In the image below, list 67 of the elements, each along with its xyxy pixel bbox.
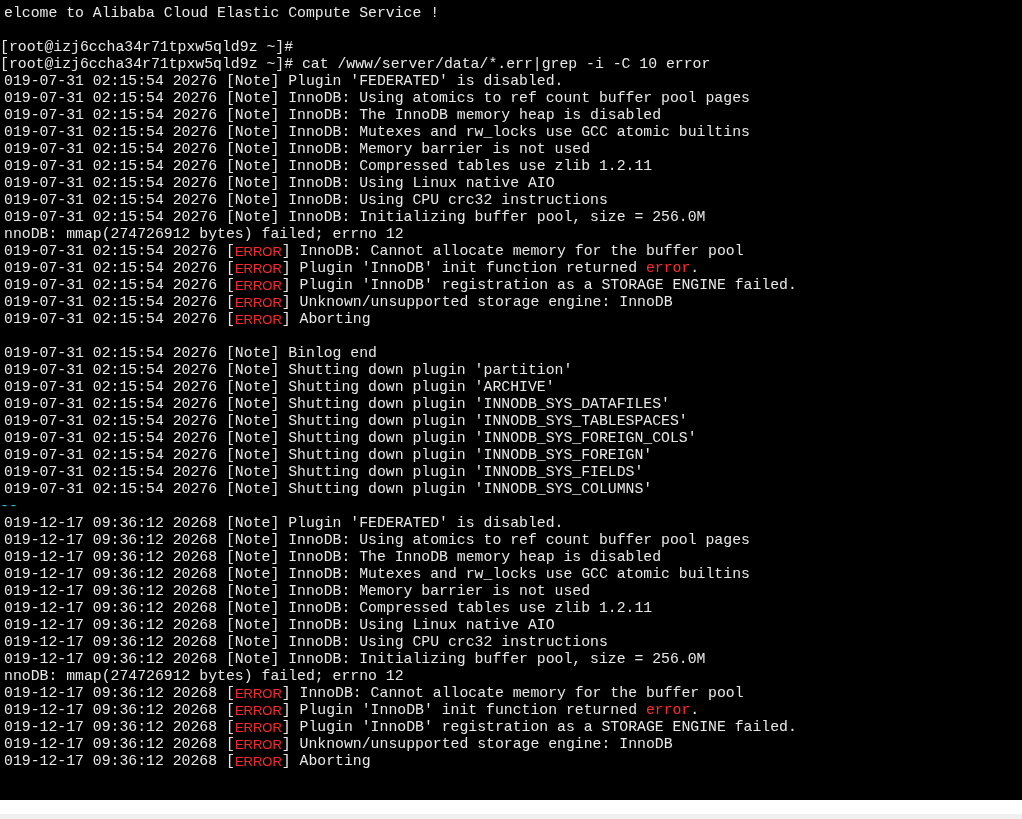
error-label: ERROR: [234, 719, 282, 736]
error-label: ERROR: [234, 702, 282, 719]
log-text: 019-12-17 09:36:12 20268 [Note] InnoDB: Memory barrier is not used: [4, 583, 591, 600]
log-text: 019-12-17 09:36:12 20268 [: [4, 736, 235, 753]
log-text: ] Aborting: [281, 753, 371, 770]
log-text: 019-12-17 09:36:12 20268 [Note] Plugin 'FEDERATED' is disabled.: [4, 515, 564, 532]
log-text: 019-07-31 02:15:54 20276 [Note] Shutting down plugin 'INNODB_SYS_FIELDS': [4, 464, 644, 481]
log-text: 019-12-17 09:36:12 20268 [Note] InnoDB: Initializing buffer pool, size = 256.0M: [4, 651, 706, 668]
log-text: [root@izj6ccha34r71tpxw5qld9z ~]#: [0, 39, 294, 56]
log-text: .: [690, 260, 700, 277]
log-text: 019-12-17 09:36:12 20268 [: [4, 719, 235, 736]
log-text: 019-07-31 02:15:54 20276 [: [4, 260, 235, 277]
log-text: .: [690, 702, 700, 719]
log-text: 019-12-17 09:36:12 20268 [Note] InnoDB: Compressed tables use zlib 1.2.11: [4, 600, 653, 617]
log-text: ] Aborting: [281, 311, 371, 328]
error-match: error: [645, 260, 691, 277]
log-text: 019-07-31 02:15:54 20276 [: [4, 311, 235, 328]
log-text: 019-12-17 09:36:12 20268 [Note] InnoDB: Using atomics to ref count buffer pool pages: [4, 532, 750, 549]
log-text: ] Unknown/unsupported storage engine: InnoDB: [281, 294, 673, 311]
log-text: 019-07-31 02:15:54 20276 [Note] InnoDB: Initializing buffer pool, size = 256.0M: [4, 209, 706, 226]
error-label: ERROR: [234, 753, 282, 770]
log-text: 019-07-31 02:15:54 20276 [Note] Shutting down plugin 'ARCHIVE': [4, 379, 555, 396]
log-text: 019-12-17 09:36:12 20268 [: [4, 753, 235, 770]
error-label: ERROR: [234, 260, 282, 277]
log-text: 019-12-17 09:36:12 20268 [Note] InnoDB: Mutexes and rw_locks use GCC atomic builtins: [4, 566, 750, 583]
error-label: ERROR: [234, 243, 282, 260]
log-text: 019-07-31 02:15:54 20276 [Note] Shutting down plugin 'INNODB_SYS_FOREIGN_COLS': [4, 430, 697, 447]
log-text: 019-07-31 02:15:54 20276 [Note] InnoDB: Memory barrier is not used: [4, 141, 591, 158]
log-text: 019-07-31 02:15:54 20276 [Note] InnoDB: Using atomics to ref count buffer pool pages: [4, 90, 750, 107]
log-text: [root@izj6ccha34r71tpxw5qld9z ~]# cat /www/server/data/*.err|grep -i -C 10 error: [0, 56, 711, 73]
log-text: 019-12-17 09:36:12 20268 [: [4, 685, 235, 702]
log-text: 019-07-31 02:15:54 20276 [Note] Shutting down plugin 'INNODB_SYS_TABLESPACES': [4, 413, 688, 430]
log-text: 019-07-31 02:15:54 20276 [Note] InnoDB: Mutexes and rw_locks use GCC atomic builtins: [4, 124, 750, 141]
error-label: ERROR: [234, 685, 282, 702]
log-text: nnoDB: mmap(274726912 bytes) failed; errno 12: [4, 226, 404, 243]
log-text: ] InnoDB: Cannot allocate memory for the buffer pool: [281, 243, 744, 260]
log-text: 019-07-31 02:15:54 20276 [Note] Binlog end: [4, 345, 377, 362]
log-text: ] InnoDB: Cannot allocate memory for the buffer pool: [281, 685, 744, 702]
log-text: elcome to Alibaba Cloud Elastic Compute Service !: [4, 5, 440, 22]
log-text: nnoDB: mmap(274726912 bytes) failed; errno 12: [4, 668, 404, 685]
match-separator: --: [0, 498, 18, 515]
log-text: ] Plugin 'InnoDB' registration as a STORAGE ENGINE failed.: [281, 719, 797, 736]
error-label: ERROR: [234, 277, 282, 294]
log-text: 019-07-31 02:15:54 20276 [: [4, 243, 235, 260]
log-text: 019-07-31 02:15:54 20276 [Note] Shutting down plugin 'partition': [4, 362, 573, 379]
log-text: 019-07-31 02:15:54 20276 [Note] InnoDB: The InnoDB memory heap is disabled: [4, 107, 662, 124]
error-label: ERROR: [234, 736, 282, 753]
log-text: ] Plugin 'InnoDB' init function returned: [281, 260, 638, 277]
log-text: 019-12-17 09:36:12 20268 [: [4, 702, 235, 719]
error-label: ERROR: [234, 294, 282, 311]
log-text: ] Plugin 'InnoDB' registration as a STORAGE ENGINE failed.: [281, 277, 797, 294]
log-text: 019-07-31 02:15:54 20276 [Note] Shutting down plugin 'INNODB_SYS_FOREIGN': [4, 447, 653, 464]
log-text: 019-07-31 02:15:54 20276 [: [4, 277, 235, 294]
log-text: ] Plugin 'InnoDB' init function returned: [281, 702, 638, 719]
error-label: ERROR: [234, 311, 282, 328]
error-match: error: [645, 702, 691, 719]
log-text: 019-07-31 02:15:54 20276 [: [4, 294, 235, 311]
log-text: 019-07-31 02:15:54 20276 [Note] InnoDB: Using Linux native AIO: [4, 175, 555, 192]
log-text: 019-12-17 09:36:12 20268 [Note] InnoDB: Using Linux native AIO: [4, 617, 555, 634]
log-text: 019-07-31 02:15:54 20276 [Note] Shutting down plugin 'INNODB_SYS_DATAFILES': [4, 396, 670, 413]
log-text: 019-07-31 02:15:54 20276 [Note] Shutting down plugin 'INNODB_SYS_COLUMNS': [4, 481, 653, 498]
log-text: ] Unknown/unsupported storage engine: InnoDB: [281, 736, 673, 753]
log-text: 019-07-31 02:15:54 20276 [Note] InnoDB: Using CPU crc32 instructions: [4, 192, 608, 209]
log-text: 019-12-17 09:36:12 20268 [Note] InnoDB: The InnoDB memory heap is disabled: [4, 549, 662, 566]
log-text: 019-07-31 02:15:54 20276 [Note] Plugin 'FEDERATED' is disabled.: [4, 73, 564, 90]
log-text: 019-07-31 02:15:54 20276 [Note] InnoDB: Compressed tables use zlib 1.2.11: [4, 158, 653, 175]
log-text: 019-12-17 09:36:12 20268 [Note] InnoDB: Using CPU crc32 instructions: [4, 634, 608, 651]
